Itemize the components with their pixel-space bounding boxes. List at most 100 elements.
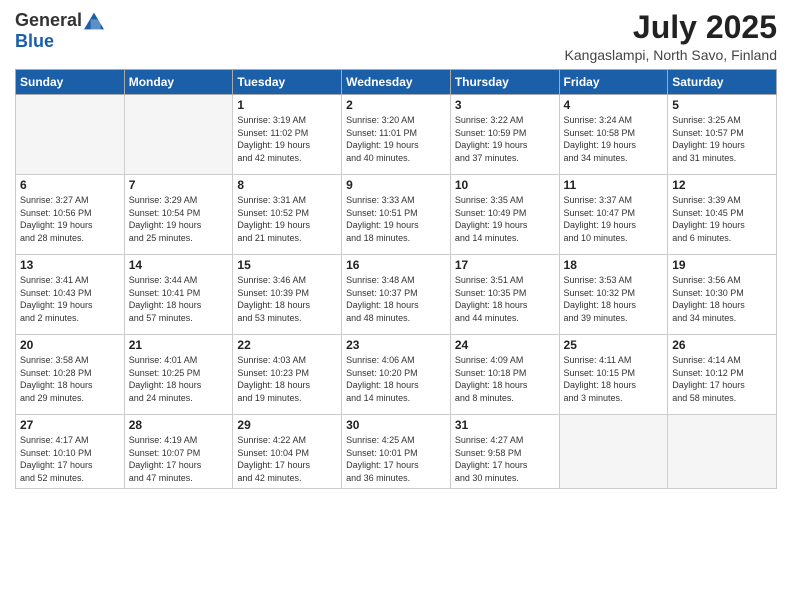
day-number: 30 — [346, 418, 446, 432]
day-number: 9 — [346, 178, 446, 192]
day-number: 5 — [672, 98, 772, 112]
location: Kangaslampi, North Savo, Finland — [565, 47, 777, 63]
day-number: 21 — [129, 338, 229, 352]
calendar-cell: 11Sunrise: 3:37 AMSunset: 10:47 PMDaylig… — [559, 175, 668, 255]
logo-blue-text: Blue — [15, 31, 54, 51]
calendar-cell: 29 Sunrise: 4:22 AMSunset: 10:04 PMDaylig… — [233, 415, 342, 488]
day-number: 26 — [672, 338, 772, 352]
header-thursday: Thursday — [450, 70, 559, 95]
calendar-cell: 12 Sunrise: 3:39 AMSunset: 10:45 PMDaylig… — [668, 175, 777, 255]
header: General Blue July 2025 Kangaslampi, Nort… — [15, 10, 777, 63]
calendar-cell: 9 Sunrise: 3:33 AMSunset: 10:51 PMDayligh… — [342, 175, 451, 255]
day-number: 27 — [20, 418, 120, 432]
day-info: Sunrise: 4:27 AMSunset: 9:58 PMDaylight:… — [455, 434, 555, 484]
header-monday: Monday — [124, 70, 233, 95]
calendar-cell: 28Sunrise: 4:19 AMSunset: 10:07 PMDaylig… — [124, 415, 233, 488]
day-number: 14 — [129, 258, 229, 272]
day-info: Sunrise: 3:56 AMSunset: 10:30 PMDaylight… — [672, 274, 772, 324]
day-info: Sunrise: 3:29 AMSunset: 10:54 PMDaylight… — [129, 194, 229, 244]
page: General Blue July 2025 Kangaslampi, Nort… — [0, 0, 792, 612]
day-number: 7 — [129, 178, 229, 192]
day-number: 10 — [455, 178, 555, 192]
header-tuesday: Tuesday — [233, 70, 342, 95]
calendar-cell: 16Sunrise: 3:48 AMSunset: 10:37 PMDaylig… — [342, 255, 451, 335]
day-number: 20 — [20, 338, 120, 352]
calendar-cell: 13 Sunrise: 3:41 AMSunset: 10:43 PMDaylig… — [16, 255, 125, 335]
calendar-cell: 1 Sunrise: 3:19 AMSunset: 11:02 PMDayligh… — [233, 95, 342, 175]
day-info: Sunrise: 4:03 AMSunset: 10:23 PMDaylight… — [237, 354, 337, 404]
day-number: 1 — [237, 98, 337, 112]
calendar-cell: 22 Sunrise: 4:03 AMSunset: 10:23 PMDaylig… — [233, 335, 342, 415]
day-number: 8 — [237, 178, 337, 192]
day-info: Sunrise: 3:31 AMSunset: 10:52 PMDaylight… — [237, 194, 337, 244]
title-section: July 2025 Kangaslampi, North Savo, Finla… — [565, 10, 777, 63]
calendar-cell — [16, 95, 125, 175]
day-number: 31 — [455, 418, 555, 432]
day-info: Sunrise: 4:22 AMSunset: 10:04 PMDaylight… — [237, 434, 337, 484]
header-wednesday: Wednesday — [342, 70, 451, 95]
day-info: Sunrise: 3:58 AMSunset: 10:28 PMDaylight… — [20, 354, 120, 404]
day-info: Sunrise: 3:35 AMSunset: 10:49 PMDaylight… — [455, 194, 555, 244]
day-info: Sunrise: 4:14 AMSunset: 10:12 PMDaylight… — [672, 354, 772, 404]
calendar-cell: 31 Sunrise: 4:27 AMSunset: 9:58 PMDayligh… — [450, 415, 559, 488]
day-number: 17 — [455, 258, 555, 272]
day-info: Sunrise: 3:20 AMSunset: 11:01 PMDaylight… — [346, 114, 446, 164]
day-number: 25 — [564, 338, 664, 352]
day-info: Sunrise: 4:11 AMSunset: 10:15 PMDaylight… — [564, 354, 664, 404]
day-number: 3 — [455, 98, 555, 112]
calendar-cell: 8 Sunrise: 3:31 AMSunset: 10:52 PMDayligh… — [233, 175, 342, 255]
day-number: 4 — [564, 98, 664, 112]
calendar-cell: 18 Sunrise: 3:53 AMSunset: 10:32 PMDaylig… — [559, 255, 668, 335]
logo-icon — [84, 11, 104, 31]
day-info: Sunrise: 3:22 AMSunset: 10:59 PMDaylight… — [455, 114, 555, 164]
day-number: 15 — [237, 258, 337, 272]
day-info: Sunrise: 3:39 AMSunset: 10:45 PMDaylight… — [672, 194, 772, 244]
calendar-cell: 4 Sunrise: 3:24 AMSunset: 10:58 PMDayligh… — [559, 95, 668, 175]
day-info: Sunrise: 4:25 AMSunset: 10:01 PMDaylight… — [346, 434, 446, 484]
calendar-cell — [124, 95, 233, 175]
day-info: Sunrise: 4:17 AMSunset: 10:10 PMDaylight… — [20, 434, 120, 484]
calendar: Sunday Monday Tuesday Wednesday Thursday… — [15, 69, 777, 488]
day-number: 16 — [346, 258, 446, 272]
calendar-cell — [559, 415, 668, 488]
day-number: 12 — [672, 178, 772, 192]
calendar-header-row: Sunday Monday Tuesday Wednesday Thursday… — [16, 70, 777, 95]
calendar-cell: 21Sunrise: 4:01 AMSunset: 10:25 PMDaylig… — [124, 335, 233, 415]
day-info: Sunrise: 3:46 AMSunset: 10:39 PMDaylight… — [237, 274, 337, 324]
day-number: 29 — [237, 418, 337, 432]
header-saturday: Saturday — [668, 70, 777, 95]
header-sunday: Sunday — [16, 70, 125, 95]
calendar-cell: 25 Sunrise: 4:11 AMSunset: 10:15 PMDaylig… — [559, 335, 668, 415]
calendar-cell: 14Sunrise: 3:44 AMSunset: 10:41 PMDaylig… — [124, 255, 233, 335]
day-number: 28 — [129, 418, 229, 432]
day-info: Sunrise: 3:37 AMSunset: 10:47 PMDaylight… — [564, 194, 664, 244]
day-info: Sunrise: 3:27 AMSunset: 10:56 PMDaylight… — [20, 194, 120, 244]
day-info: Sunrise: 3:41 AMSunset: 10:43 PMDaylight… — [20, 274, 120, 324]
calendar-cell: 20 Sunrise: 3:58 AMSunset: 10:28 PMDaylig… — [16, 335, 125, 415]
day-number: 13 — [20, 258, 120, 272]
calendar-cell: 26 Sunrise: 4:14 AMSunset: 10:12 PMDaylig… — [668, 335, 777, 415]
calendar-cell: 17Sunrise: 3:51 AMSunset: 10:35 PMDaylig… — [450, 255, 559, 335]
calendar-cell — [668, 415, 777, 488]
day-number: 6 — [20, 178, 120, 192]
logo: General Blue — [15, 10, 104, 52]
calendar-cell: 30 Sunrise: 4:25 AMSunset: 10:01 PMDaylig… — [342, 415, 451, 488]
calendar-cell: 23 Sunrise: 4:06 AMSunset: 10:20 PMDaylig… — [342, 335, 451, 415]
day-info: Sunrise: 3:19 AMSunset: 11:02 PMDaylight… — [237, 114, 337, 164]
day-info: Sunrise: 3:53 AMSunset: 10:32 PMDaylight… — [564, 274, 664, 324]
day-info: Sunrise: 3:24 AMSunset: 10:58 PMDaylight… — [564, 114, 664, 164]
day-number: 24 — [455, 338, 555, 352]
day-info: Sunrise: 3:33 AMSunset: 10:51 PMDaylight… — [346, 194, 446, 244]
day-info: Sunrise: 4:06 AMSunset: 10:20 PMDaylight… — [346, 354, 446, 404]
month-title: July 2025 — [565, 10, 777, 45]
calendar-cell: 15 Sunrise: 3:46 AMSunset: 10:39 PMDaylig… — [233, 255, 342, 335]
calendar-cell: 7 Sunrise: 3:29 AMSunset: 10:54 PMDayligh… — [124, 175, 233, 255]
calendar-cell: 5Sunrise: 3:25 AMSunset: 10:57 PMDayligh… — [668, 95, 777, 175]
logo-general-text: General — [15, 10, 82, 31]
header-friday: Friday — [559, 70, 668, 95]
day-number: 18 — [564, 258, 664, 272]
day-number: 22 — [237, 338, 337, 352]
calendar-cell: 10 Sunrise: 3:35 AMSunset: 10:49 PMDaylig… — [450, 175, 559, 255]
day-number: 23 — [346, 338, 446, 352]
day-number: 2 — [346, 98, 446, 112]
